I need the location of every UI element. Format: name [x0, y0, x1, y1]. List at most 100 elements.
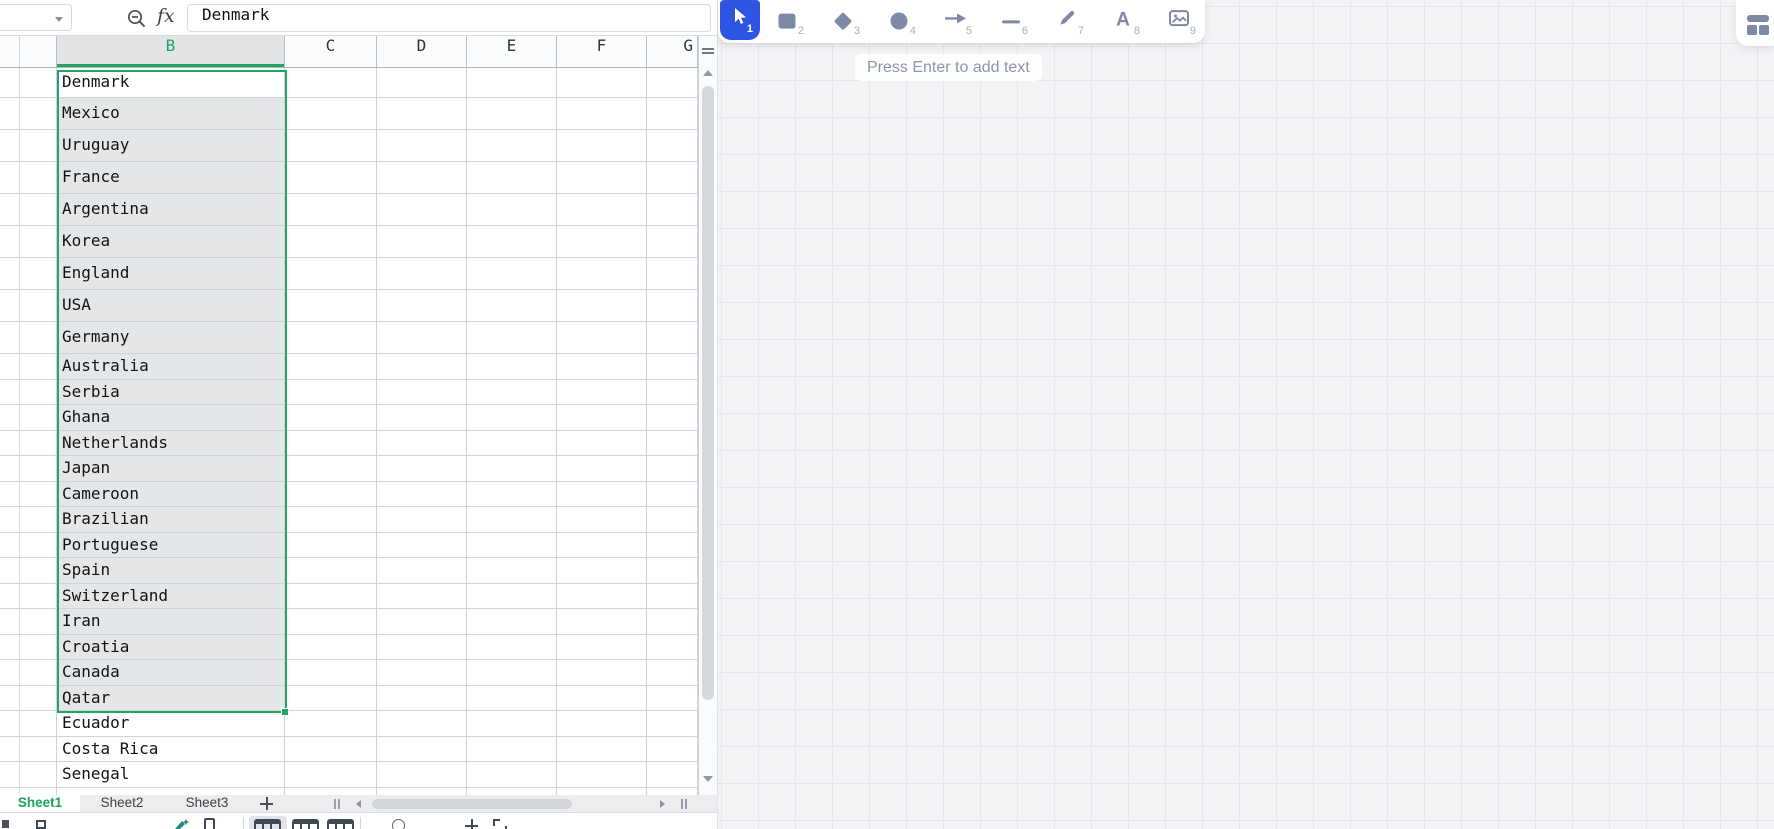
- cell-empty[interactable]: [0, 558, 20, 584]
- cell-country[interactable]: Korea: [57, 226, 285, 258]
- cell-empty[interactable]: [285, 507, 377, 533]
- cell-empty[interactable]: [20, 405, 57, 431]
- cell-country[interactable]: Netherlands: [57, 431, 285, 457]
- cell-empty[interactable]: [647, 660, 698, 686]
- add-sheet-button[interactable]: [260, 797, 273, 810]
- cell-empty[interactable]: [285, 482, 377, 508]
- cell-empty[interactable]: [0, 584, 20, 610]
- cell-empty[interactable]: [377, 482, 467, 508]
- column-header-e[interactable]: E: [467, 36, 557, 67]
- cell-empty[interactable]: [0, 482, 20, 508]
- cell-country[interactable]: Denmark: [57, 68, 285, 98]
- cell-country[interactable]: Croatia: [57, 635, 285, 661]
- cell-empty[interactable]: [557, 737, 647, 763]
- cell-empty[interactable]: [647, 380, 698, 406]
- cell-empty[interactable]: [467, 609, 557, 635]
- cell-empty[interactable]: [647, 130, 698, 162]
- tool-line[interactable]: 6: [991, 0, 1031, 43]
- cell-empty[interactable]: [557, 431, 647, 457]
- cell-empty[interactable]: [557, 194, 647, 226]
- cell-empty[interactable]: [377, 226, 467, 258]
- cell-empty[interactable]: [20, 635, 57, 661]
- cell-empty[interactable]: [377, 558, 467, 584]
- cell-empty[interactable]: [647, 762, 698, 788]
- column-header-a[interactable]: [20, 36, 57, 67]
- cell-empty[interactable]: [467, 660, 557, 686]
- cell-empty[interactable]: [557, 507, 647, 533]
- cell-empty[interactable]: [285, 431, 377, 457]
- cell-empty[interactable]: [377, 788, 467, 796]
- cell-empty[interactable]: [285, 609, 377, 635]
- cell-empty[interactable]: [377, 258, 467, 290]
- cell-empty[interactable]: [20, 226, 57, 258]
- cell-empty[interactable]: [377, 98, 467, 130]
- cell-empty[interactable]: [467, 226, 557, 258]
- horizontal-scrollbar-thumb[interactable]: [372, 799, 572, 809]
- cell-empty[interactable]: [285, 456, 377, 482]
- cell-empty[interactable]: [647, 226, 698, 258]
- cell-empty[interactable]: [0, 635, 20, 661]
- cell-empty[interactable]: [0, 788, 20, 796]
- cell-empty[interactable]: [0, 290, 20, 322]
- table-view-icon-2[interactable]: [292, 819, 319, 829]
- cell-empty[interactable]: [377, 507, 467, 533]
- cell-empty[interactable]: [0, 322, 20, 354]
- cell-empty[interactable]: [377, 686, 467, 712]
- cell-empty[interactable]: [20, 762, 57, 788]
- tool-image[interactable]: 9: [1159, 0, 1199, 43]
- scroll-up-icon[interactable]: [703, 70, 713, 76]
- cell-country[interactable]: Qatar: [57, 686, 285, 712]
- column-header-f[interactable]: F: [557, 36, 647, 67]
- cell-country[interactable]: Mexico: [57, 98, 285, 130]
- name-box[interactable]: [0, 4, 72, 31]
- cell-country[interactable]: Iran: [57, 609, 285, 635]
- cell-empty[interactable]: [557, 162, 647, 194]
- cell-empty[interactable]: [557, 68, 647, 98]
- formula-input[interactable]: Denmark: [187, 4, 711, 32]
- cell-empty[interactable]: [467, 507, 557, 533]
- cell-country[interactable]: Spain: [57, 558, 285, 584]
- cell-empty[interactable]: [557, 456, 647, 482]
- cell-empty[interactable]: [20, 533, 57, 559]
- cell-empty[interactable]: [557, 762, 647, 788]
- tool-text[interactable]: A 8: [1103, 0, 1143, 43]
- cell-empty[interactable]: [20, 711, 57, 737]
- cell-empty[interactable]: [0, 405, 20, 431]
- cell-empty[interactable]: [647, 686, 698, 712]
- cell-empty[interactable]: [557, 711, 647, 737]
- cell-empty[interactable]: [647, 533, 698, 559]
- cell-country[interactable]: USA: [57, 290, 285, 322]
- cell-empty[interactable]: [285, 226, 377, 258]
- cell-country[interactable]: Portuguese: [57, 533, 285, 559]
- cell-country[interactable]: Japan: [57, 456, 285, 482]
- cell-country[interactable]: Australia: [57, 354, 285, 380]
- cell-empty[interactable]: [285, 635, 377, 661]
- cell-empty[interactable]: [285, 162, 377, 194]
- cell-country[interactable]: Germany: [57, 322, 285, 354]
- cell-empty[interactable]: [20, 380, 57, 406]
- cell-empty[interactable]: [377, 762, 467, 788]
- sheet-tab-3[interactable]: Sheet3: [164, 795, 250, 812]
- cell-empty[interactable]: [557, 380, 647, 406]
- cell-empty[interactable]: [377, 533, 467, 559]
- split-handle-icon[interactable]: [702, 48, 714, 54]
- cell-empty[interactable]: [647, 507, 698, 533]
- cell-country[interactable]: Ecuador: [57, 711, 285, 737]
- cell-empty[interactable]: [467, 635, 557, 661]
- fx-icon[interactable]: fx: [157, 5, 175, 27]
- cell-empty[interactable]: [467, 380, 557, 406]
- cell-empty[interactable]: [647, 431, 698, 457]
- cell-empty[interactable]: [557, 609, 647, 635]
- sheet-tab-2[interactable]: Sheet2: [80, 795, 164, 812]
- cell-empty[interactable]: [557, 788, 647, 796]
- cell-empty[interactable]: [0, 68, 20, 98]
- cell-empty[interactable]: [467, 258, 557, 290]
- cell-empty[interactable]: [0, 130, 20, 162]
- cell-empty[interactable]: [0, 737, 20, 763]
- cell-empty[interactable]: [285, 380, 377, 406]
- cell-empty[interactable]: [557, 405, 647, 431]
- cell-empty[interactable]: [0, 533, 20, 559]
- cell-empty[interactable]: [377, 380, 467, 406]
- cell-empty[interactable]: [285, 533, 377, 559]
- cell-empty[interactable]: [647, 711, 698, 737]
